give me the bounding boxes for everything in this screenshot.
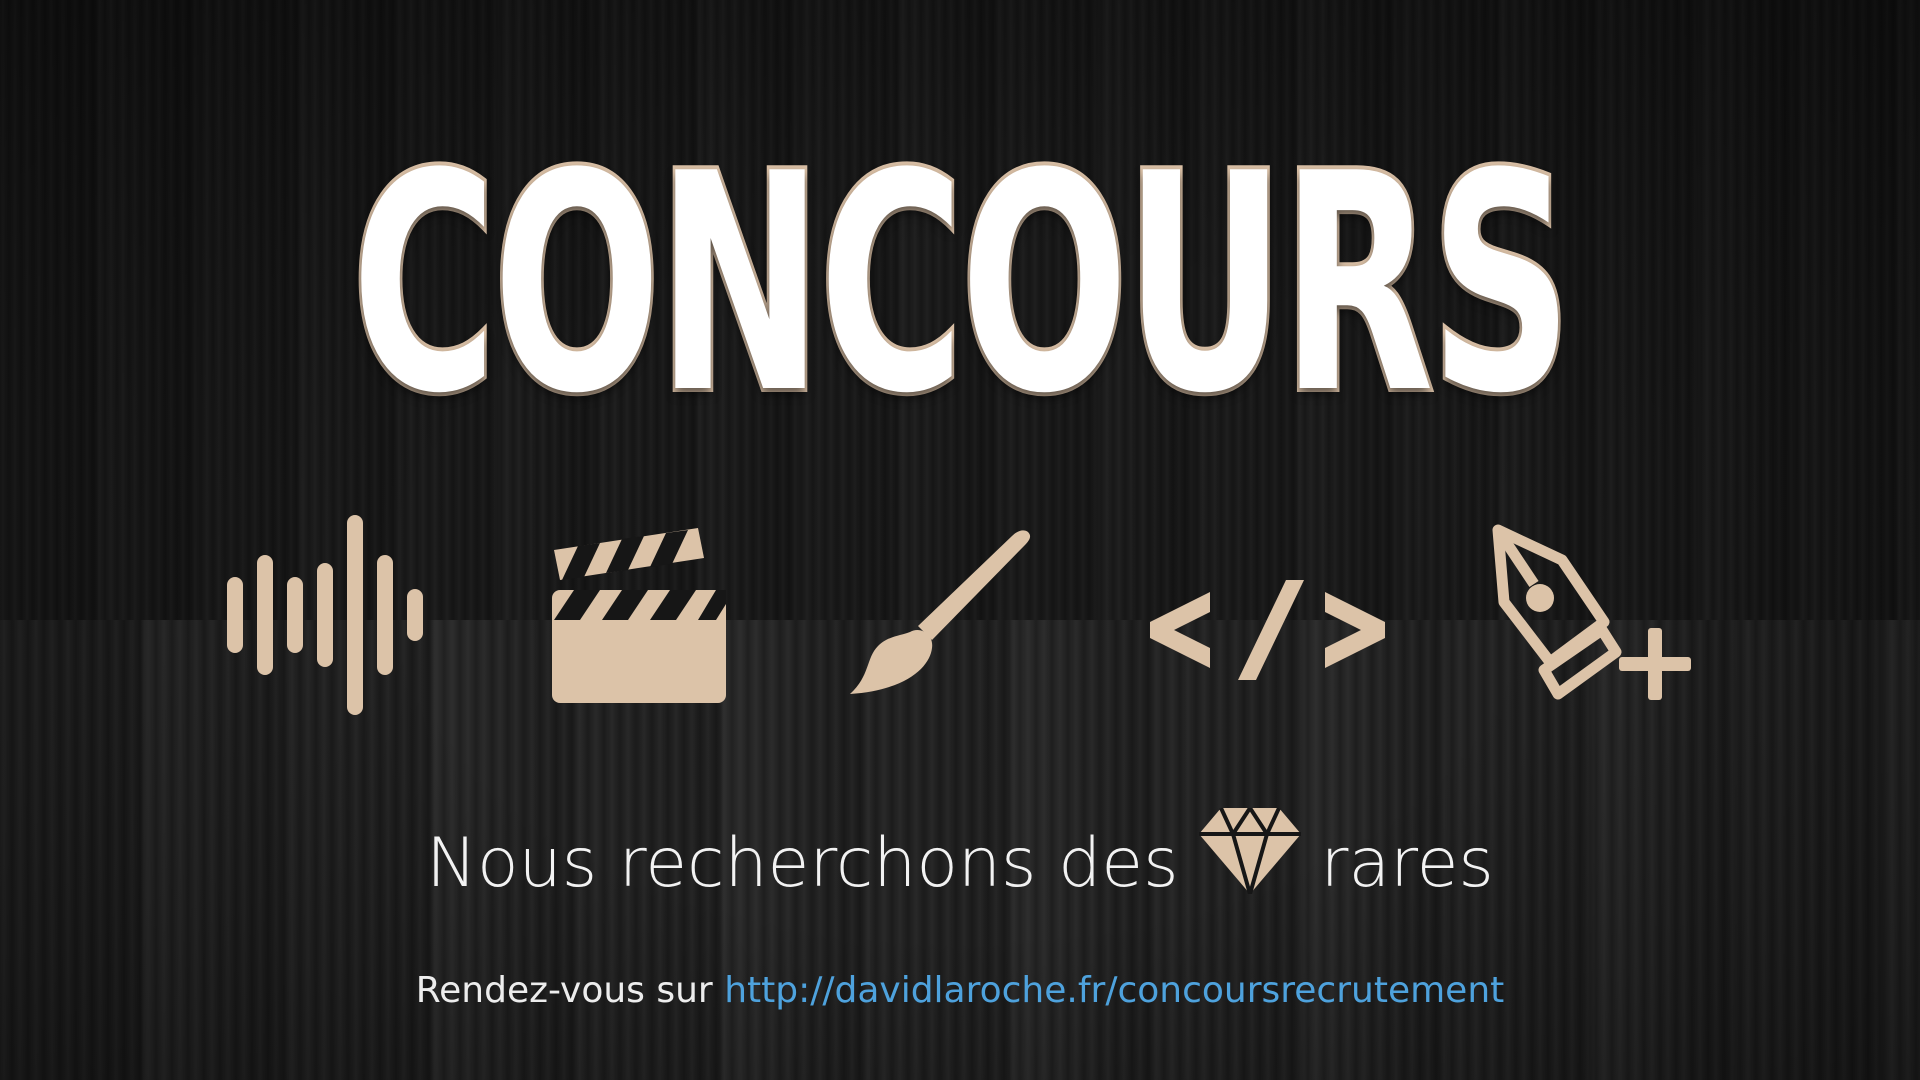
- code-icon: [1150, 580, 1385, 680]
- tagline-text-before: Nous recherchons des: [426, 824, 1179, 903]
- paintbrush-icon: [848, 530, 1033, 695]
- pen-tool-add-icon: [1490, 522, 1695, 707]
- tagline: Nous recherchons des rares: [0, 804, 1920, 917]
- recruitment-link[interactable]: http://davidlaroche.fr/concoursrecruteme…: [724, 970, 1504, 1011]
- tagline-text-after: rares: [1320, 824, 1494, 903]
- footer: Rendez-vous sur http://davidlaroche.fr/c…: [0, 966, 1920, 1016]
- diamond-icon: [1198, 804, 1301, 917]
- clapperboard-icon: [548, 528, 728, 703]
- page-title: CONCOURS: [349, 110, 1575, 459]
- footer-prefix: Rendez-vous sur: [415, 970, 713, 1011]
- sound-wave-icon: [225, 515, 425, 715]
